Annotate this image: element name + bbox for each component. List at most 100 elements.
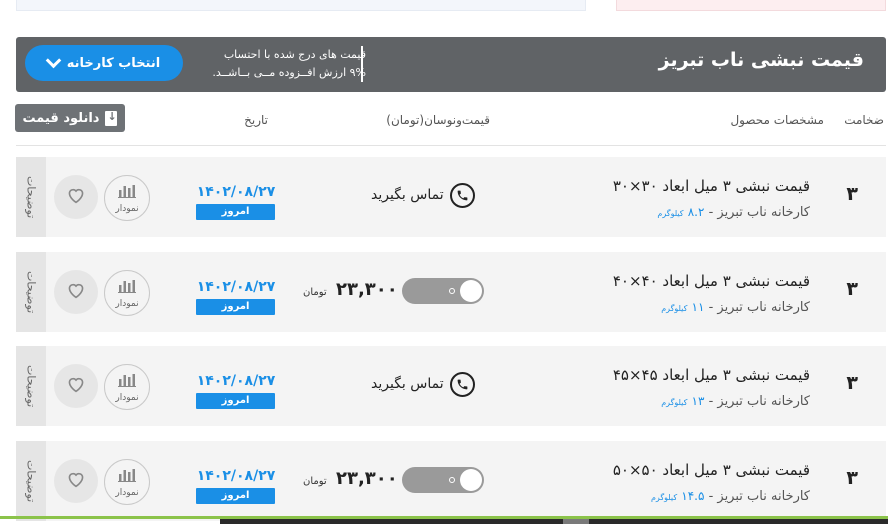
col-thickness: ضخامت bbox=[844, 113, 884, 127]
heart-icon bbox=[66, 281, 86, 303]
contact-label: تماس بگیرید bbox=[371, 376, 444, 392]
thickness-value: ۳ bbox=[846, 183, 858, 205]
bottom-dark-bar bbox=[220, 519, 888, 524]
table-row: توضیحات نمودار ۱۴۰۲/۰۸/۲۷ امروز ۲۳,۳۰۰ تومان ق… bbox=[16, 441, 886, 521]
toggle-knob bbox=[460, 280, 482, 302]
price-unit: تومان bbox=[303, 287, 327, 298]
top-panel-right bbox=[616, 0, 886, 11]
price-date: ۱۴۰۲/۰۸/۲۷ bbox=[196, 184, 276, 200]
product-subtitle: کارخانه ناب تبریز - ۱۴.۵ کیلوگرم bbox=[651, 489, 810, 504]
factory-name: کارخانه ناب تبریز - bbox=[704, 205, 810, 220]
description-label: توضیحات bbox=[24, 175, 38, 219]
product-subtitle: کارخانه ناب تبریز - ۸.۲ کیلوگرم bbox=[657, 205, 810, 220]
col-price: قیمت‌ونوسان(تومان) bbox=[386, 113, 490, 127]
heart-icon bbox=[66, 186, 86, 208]
price-date: ۱۴۰۲/۰۸/۲۷ bbox=[196, 468, 276, 484]
thickness-value: ۳ bbox=[846, 372, 858, 394]
product-weight: ۱۴.۵ bbox=[681, 489, 705, 503]
factory-name: کارخانه ناب تبریز - bbox=[704, 300, 810, 315]
contact-label: تماس بگیرید bbox=[371, 187, 444, 203]
weight-unit: کیلوگرم bbox=[661, 304, 688, 313]
product-name-link[interactable]: قیمت نبشی ۳ میل ابعاد ۴۵×۴۵ bbox=[613, 366, 810, 384]
chart-button[interactable]: نمودار bbox=[104, 364, 150, 410]
chart-label: نمودار bbox=[115, 487, 139, 498]
select-factory-label: انتخاب کارخانه bbox=[66, 55, 161, 71]
toggle-dot bbox=[449, 477, 455, 483]
today-badge: امروز bbox=[196, 393, 275, 409]
product-weight: ۸.۲ bbox=[687, 205, 705, 219]
col-date: تاریخ bbox=[244, 113, 268, 127]
product-name-link[interactable]: قیمت نبشی ۳ میل ابعاد ۵۰×۵۰ bbox=[613, 461, 810, 479]
chart-label: نمودار bbox=[115, 298, 139, 309]
toggle-dot bbox=[449, 288, 455, 294]
description-label: توضیحات bbox=[24, 364, 38, 408]
thickness-value: ۳ bbox=[846, 278, 858, 300]
download-price-button[interactable]: دانلود قیمت bbox=[15, 104, 125, 132]
factory-name: کارخانه ناب تبریز - bbox=[704, 489, 810, 504]
today-badge: امروز bbox=[196, 299, 275, 315]
description-tab[interactable]: توضیحات bbox=[16, 157, 46, 237]
price-trend-toggle[interactable] bbox=[402, 467, 484, 493]
description-label: توضیحات bbox=[24, 270, 38, 314]
favorite-button[interactable] bbox=[54, 270, 98, 314]
price-header-bar: قیمت نبشی ناب تبریز قیمت های درج شده با … bbox=[16, 37, 886, 92]
thickness-value: ۳ bbox=[846, 467, 858, 489]
header-divider bbox=[16, 145, 886, 146]
table-row: توضیحات نمودار ۱۴۰۲/۰۸/۲۷ امروز تماس بگیرید ق… bbox=[16, 346, 886, 426]
product-subtitle: کارخانه ناب تبریز - ۱۱ کیلوگرم bbox=[661, 300, 810, 315]
page-title: قیمت نبشی ناب تبریز bbox=[658, 49, 864, 71]
bar-chart-icon bbox=[118, 183, 136, 202]
price-trend-toggle[interactable] bbox=[402, 278, 484, 304]
heart-icon bbox=[66, 470, 86, 492]
download-icon bbox=[105, 110, 118, 126]
vat-note-line2: ۹% ارزش افــزوده مــی بــاشــد. bbox=[212, 66, 366, 79]
product-weight: ۱۱ bbox=[691, 300, 705, 314]
product-weight: ۱۳ bbox=[691, 394, 705, 408]
factory-name: کارخانه ناب تبریز - bbox=[704, 394, 810, 409]
price-value: ۲۳,۳۰۰ bbox=[336, 279, 398, 300]
product-name-link[interactable]: قیمت نبشی ۳ میل ابعاد ۳۰×۳۰ bbox=[613, 177, 810, 195]
phone-icon bbox=[449, 182, 475, 208]
favorite-button[interactable] bbox=[54, 459, 98, 503]
vat-note: قیمت های درج شده با احتساب ۹% ارزش افــز… bbox=[186, 46, 366, 82]
description-tab[interactable]: توضیحات bbox=[16, 441, 46, 521]
favorite-button[interactable] bbox=[54, 175, 98, 219]
bottom-bar-segment bbox=[563, 519, 589, 524]
chart-button[interactable]: نمودار bbox=[104, 270, 150, 316]
chart-button[interactable]: نمودار bbox=[104, 459, 150, 505]
product-subtitle: کارخانه ناب تبریز - ۱۳ کیلوگرم bbox=[661, 394, 810, 409]
heart-icon bbox=[66, 375, 86, 397]
chart-label: نمودار bbox=[115, 392, 139, 403]
col-specs: مشخصات محصول bbox=[730, 113, 824, 127]
price-value: ۲۳,۳۰۰ bbox=[336, 468, 398, 489]
favorite-button[interactable] bbox=[54, 364, 98, 408]
bar-chart-icon bbox=[118, 278, 136, 297]
top-panel-left bbox=[16, 0, 586, 11]
contact-button[interactable]: تماس بگیرید bbox=[371, 371, 475, 397]
phone-icon bbox=[449, 371, 475, 397]
chart-button[interactable]: نمودار bbox=[104, 175, 150, 221]
today-badge: امروز bbox=[196, 204, 275, 220]
weight-unit: کیلوگرم bbox=[657, 209, 684, 218]
price-unit: تومان bbox=[303, 476, 327, 487]
select-factory-button[interactable]: انتخاب کارخانه bbox=[25, 45, 183, 81]
bar-chart-icon bbox=[118, 372, 136, 391]
price-date: ۱۴۰۲/۰۸/۲۷ bbox=[196, 279, 276, 295]
today-badge: امروز bbox=[196, 488, 275, 504]
weight-unit: کیلوگرم bbox=[650, 493, 678, 502]
bar-chart-icon bbox=[118, 467, 136, 486]
weight-unit: کیلوگرم bbox=[661, 398, 688, 407]
toggle-knob bbox=[460, 469, 482, 491]
table-row: توضیحات نمودار ۱۴۰۲/۰۸/۲۷ امروز تماس بگیرید ق… bbox=[16, 157, 886, 237]
table-row: توضیحات نمودار ۱۴۰۲/۰۸/۲۷ امروز ۲۳,۳۰۰ تومان ق… bbox=[16, 252, 886, 332]
description-label: توضیحات bbox=[24, 459, 38, 503]
description-tab[interactable]: توضیحات bbox=[16, 252, 46, 332]
product-name-link[interactable]: قیمت نبشی ۳ میل ابعاد ۴۰×۴۰ bbox=[613, 272, 810, 290]
price-date: ۱۴۰۲/۰۸/۲۷ bbox=[196, 373, 276, 389]
download-label: دانلود قیمت bbox=[22, 110, 100, 126]
contact-button[interactable]: تماس بگیرید bbox=[371, 182, 475, 208]
vat-note-line1: قیمت های درج شده با احتساب bbox=[223, 48, 366, 61]
chevron-down-icon bbox=[45, 52, 62, 69]
chart-label: نمودار bbox=[115, 203, 139, 214]
description-tab[interactable]: توضیحات bbox=[16, 346, 46, 426]
